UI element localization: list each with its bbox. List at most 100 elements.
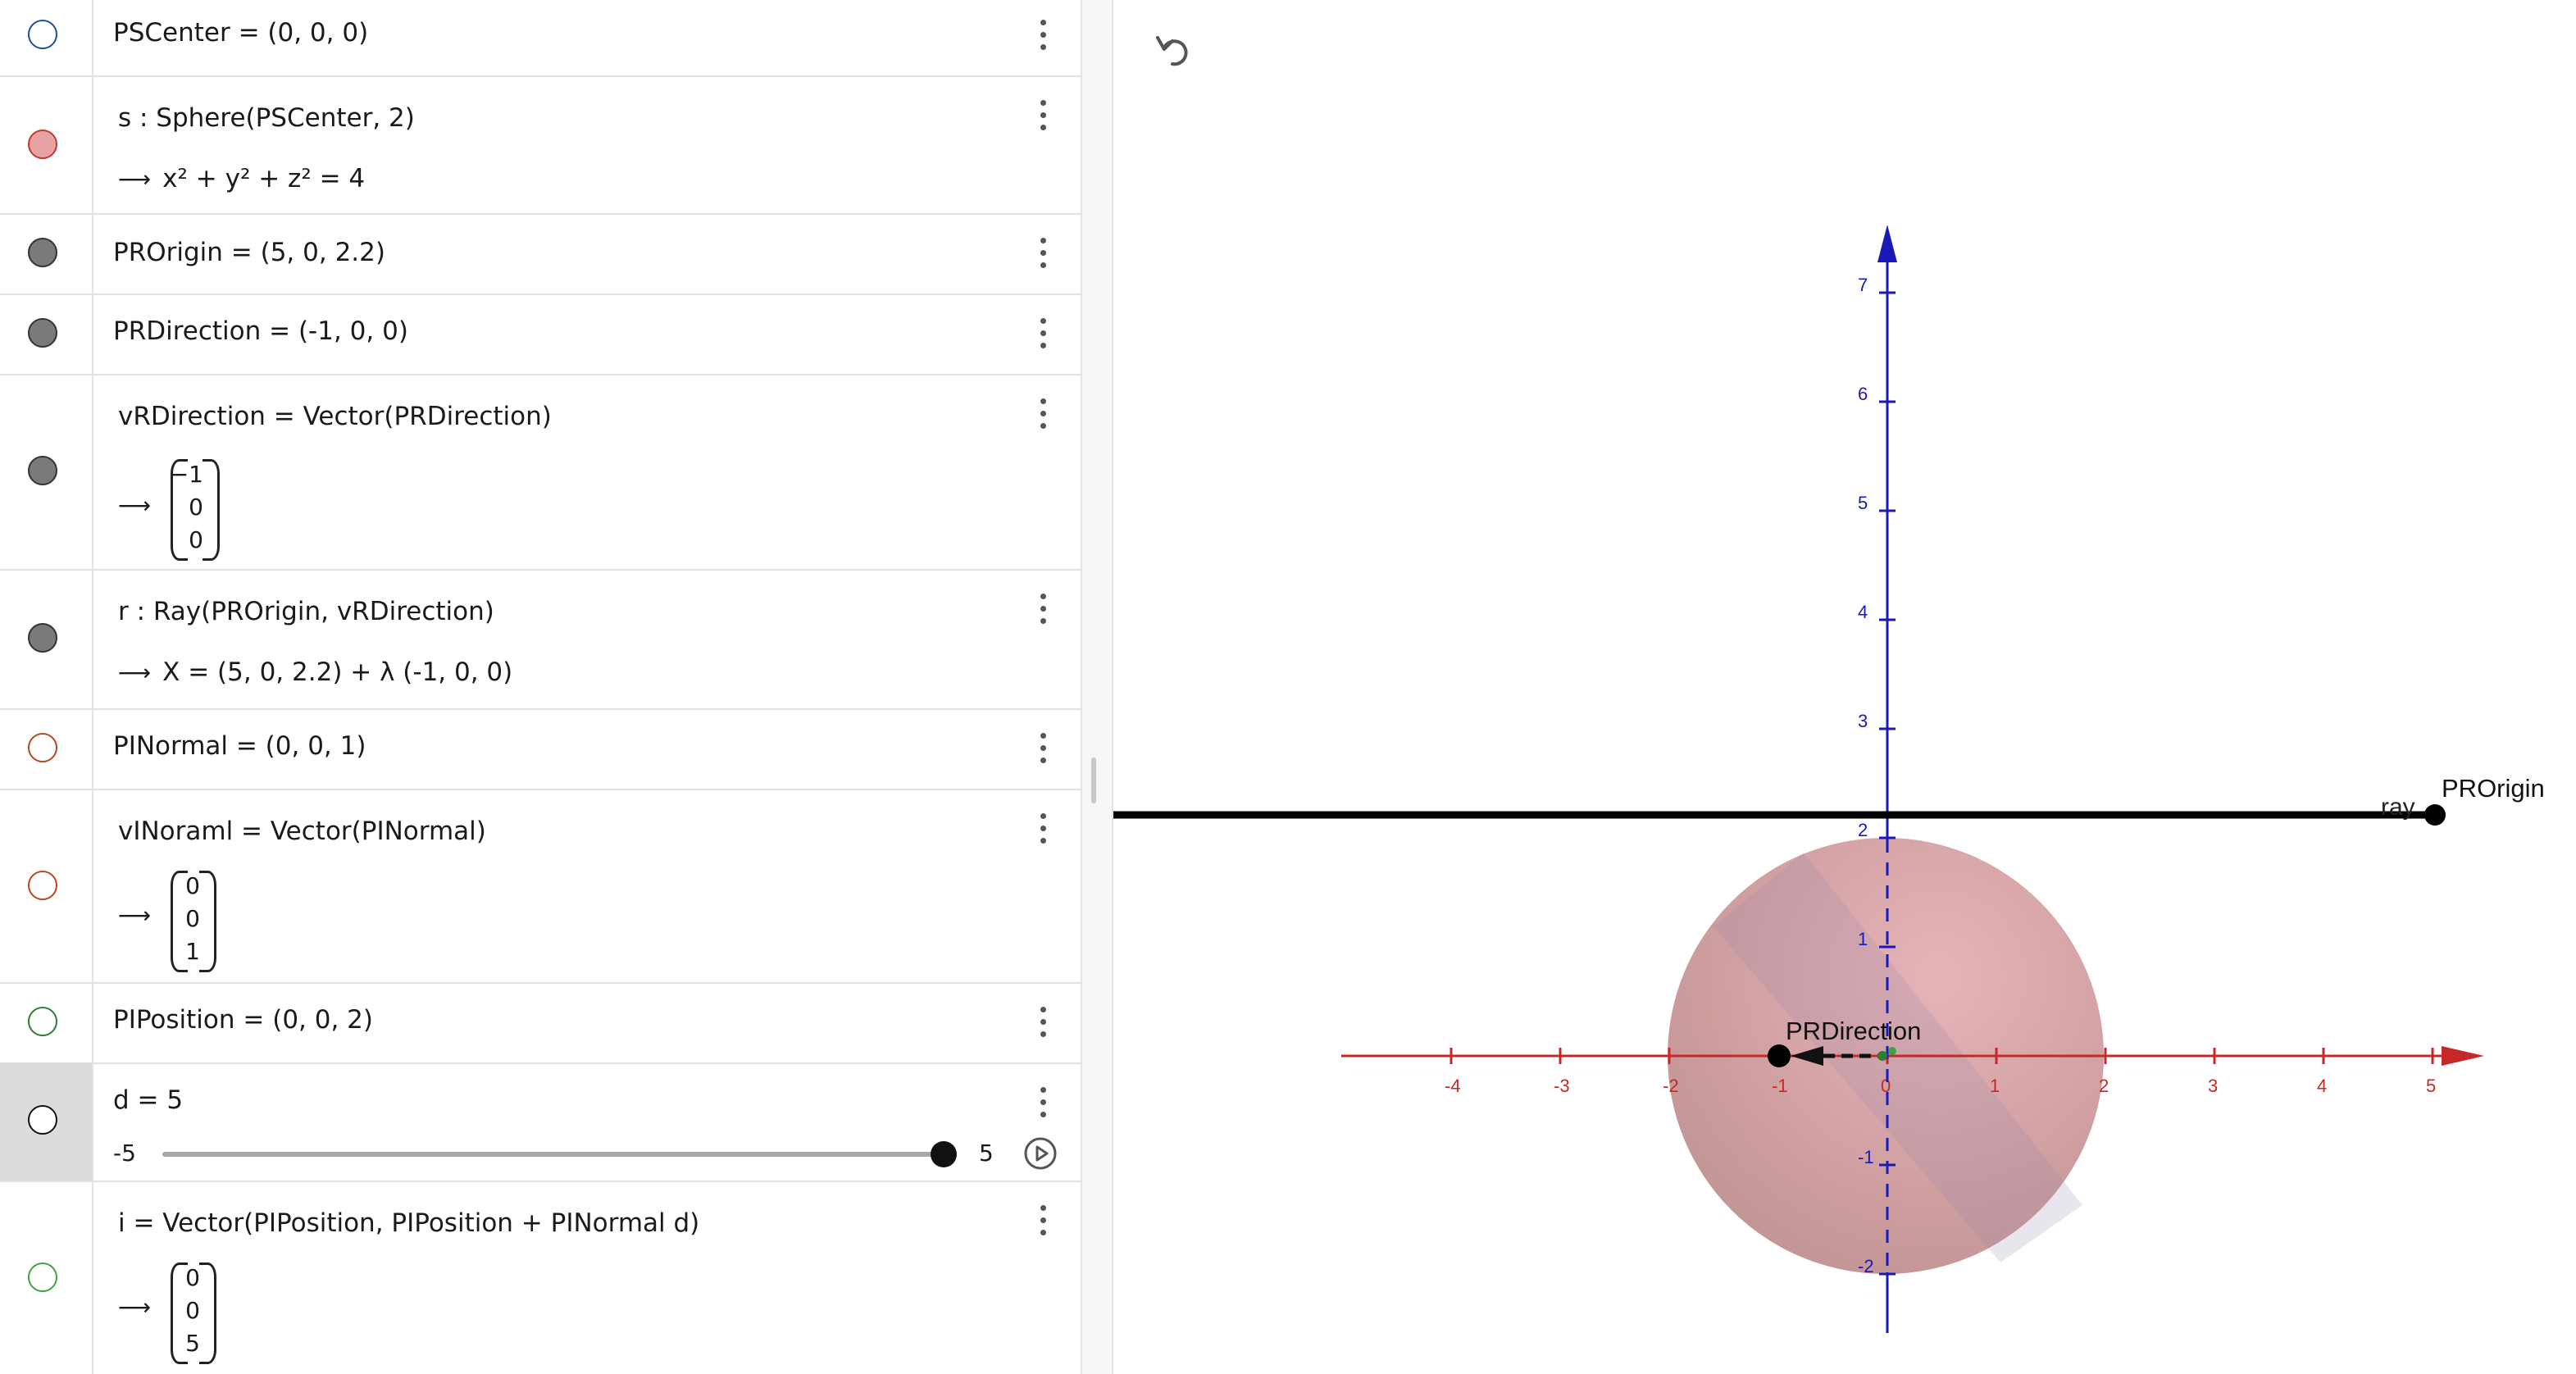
algebra-output: ⟶ x² + y² + z² = 4 (118, 164, 365, 193)
algebra-input[interactable]: PIPosition = (0, 0, 2) (113, 1005, 373, 1035)
splitter-handle[interactable] (1091, 758, 1096, 803)
output-value: X = (5, 0, 2.2) + λ (-1, 0, 0) (162, 657, 513, 687)
x-tick-label: 5 (2426, 1076, 2436, 1096)
algebra-row[interactable]: PSCenter = (0, 0, 0) (0, 0, 1081, 77)
3d-scene[interactable]: -4 -3 -2 -1 0 1 2 3 4 5 -2-11234567 ray PROrigin … (1113, 0, 2576, 1374)
visibility-toggle[interactable] (28, 130, 57, 159)
algebra-input[interactable]: d = 5 (113, 1085, 183, 1115)
x-tick-label: 1 (1990, 1076, 2000, 1096)
more-menu-icon[interactable] (1026, 15, 1059, 56)
more-menu-icon[interactable] (1026, 589, 1059, 630)
algebra-input[interactable]: r : Ray(PROrigin, vRDirection) (118, 597, 494, 626)
algebra-row[interactable]: i = Vector(PIPosition, PIPosition + PINo… (0, 1181, 1081, 1374)
marble-cell (0, 1062, 93, 1181)
z-tick-label: 2 (1858, 820, 1868, 840)
slider-min: -5 (113, 1140, 136, 1167)
more-menu-icon[interactable] (1026, 394, 1059, 434)
x-tick-label: -1 (1772, 1076, 1788, 1096)
z-tick-label: -2 (1858, 1256, 1874, 1276)
algebra-input[interactable]: s : Sphere(PSCenter, 2) (118, 103, 415, 133)
x-tick-label: -2 (1663, 1076, 1679, 1096)
more-menu-icon[interactable] (1026, 1200, 1059, 1241)
output-value: x² + y² + z² = 4 (162, 164, 366, 193)
z-tick-label: 3 (1858, 711, 1868, 731)
more-menu-icon[interactable] (1026, 1082, 1059, 1123)
visibility-toggle[interactable] (28, 733, 57, 762)
z-tick-label: 4 (1858, 602, 1868, 622)
algebra-row[interactable]: PINormal = (0, 0, 1) (0, 708, 1081, 790)
vector-y: 0 (185, 1297, 200, 1324)
vector-z: 1 (185, 938, 200, 965)
algebra-row[interactable]: vRDirection = Vector(PRDirection) ⟶ −1 0… (0, 374, 1081, 571)
marble-cell (0, 293, 93, 374)
output-arrow-icon: ⟶ (118, 902, 152, 929)
slider-track[interactable] (162, 1152, 944, 1157)
vector-output: 0 0 1 (171, 871, 216, 972)
more-menu-icon[interactable] (1026, 313, 1059, 354)
algebra-output: ⟶ X = (5, 0, 2.2) + λ (-1, 0, 0) (118, 657, 512, 687)
algebra-input[interactable]: vRDirection = Vector(PRDirection) (118, 402, 552, 431)
algebra-row[interactable]: PRDirection = (-1, 0, 0) (0, 293, 1081, 375)
visibility-toggle[interactable] (28, 871, 57, 900)
view-splitter[interactable] (1081, 0, 1113, 1374)
slider-max: 5 (979, 1140, 994, 1167)
more-menu-icon[interactable] (1026, 808, 1059, 849)
marble-cell (0, 569, 93, 708)
x-axis-arrow-icon (2442, 1046, 2484, 1066)
algebra-row[interactable]: d = 5 -5 5 (0, 1062, 1081, 1182)
algebra-input[interactable]: PROrigin = (5, 0, 2.2) (113, 238, 385, 267)
prdirection-label: PRDirection (1786, 1017, 1921, 1045)
algebra-row[interactable]: vINoraml = Vector(PINormal) ⟶ 0 0 1 (0, 789, 1081, 984)
prdirection-point[interactable] (1768, 1044, 1791, 1067)
x-tick-label: 4 (2317, 1076, 2327, 1096)
z-tick-label: 6 (1858, 384, 1868, 404)
z-tick-label: -1 (1858, 1147, 1874, 1167)
x-tick-label: -4 (1445, 1076, 1461, 1096)
vector-y: 0 (189, 494, 203, 521)
vector-x: −1 (169, 461, 203, 488)
visibility-toggle[interactable] (28, 1263, 57, 1292)
x-tick-label: -3 (1554, 1076, 1570, 1096)
play-icon[interactable] (1023, 1136, 1058, 1171)
visibility-toggle[interactable] (28, 1105, 57, 1135)
vector-y: 0 (185, 905, 200, 932)
output-arrow-icon: ⟶ (118, 1294, 152, 1321)
more-menu-icon[interactable] (1026, 233, 1059, 274)
vector-x: 0 (185, 872, 200, 899)
algebra-view: PSCenter = (0, 0, 0) s : Sphere(PSCenter… (0, 0, 1081, 1374)
algebra-input[interactable]: PRDirection = (-1, 0, 0) (113, 316, 408, 346)
vector-x: 0 (185, 1264, 200, 1291)
more-menu-icon[interactable] (1026, 728, 1059, 769)
output-arrow-icon: ⟶ (118, 659, 152, 686)
more-menu-icon[interactable] (1026, 1002, 1059, 1043)
visibility-toggle[interactable] (28, 238, 57, 267)
slider-knob[interactable] (931, 1141, 957, 1167)
visibility-toggle[interactable] (28, 456, 57, 485)
algebra-input[interactable]: vINoraml = Vector(PINormal) (118, 817, 486, 846)
algebra-input[interactable]: PINormal = (0, 0, 1) (113, 731, 366, 761)
algebra-input[interactable]: i = Vector(PIPosition, PIPosition + PINo… (118, 1208, 699, 1238)
visibility-toggle[interactable] (28, 20, 57, 49)
visibility-toggle[interactable] (28, 623, 57, 653)
ipoint[interactable] (1888, 1047, 1896, 1055)
algebra-row[interactable]: s : Sphere(PSCenter, 2) ⟶ x² + y² + z² = … (0, 75, 1081, 215)
prorigin-point[interactable] (2424, 804, 2446, 826)
ray-label: ray (2381, 794, 2415, 821)
visibility-toggle[interactable] (28, 1007, 57, 1036)
visibility-toggle[interactable] (28, 318, 57, 348)
algebra-input[interactable]: PSCenter = (0, 0, 0) (113, 18, 368, 48)
origin-point[interactable] (1877, 1051, 1887, 1061)
x-tick-label: 0 (1881, 1076, 1891, 1096)
x-tick-label: 3 (2208, 1076, 2218, 1096)
vector-z: 0 (189, 526, 203, 553)
marble-cell (0, 75, 93, 213)
z-tick-label: 1 (1858, 929, 1868, 949)
vector-z: 5 (185, 1330, 200, 1357)
prorigin-label: PROrigin (2442, 774, 2545, 803)
algebra-row[interactable]: PROrigin = (5, 0, 2.2) (0, 213, 1081, 295)
more-menu-icon[interactable] (1026, 95, 1059, 136)
z-axis-arrow-icon (1877, 225, 1897, 262)
x-tick-label: 2 (2099, 1076, 2109, 1096)
algebra-row[interactable]: PIPosition = (0, 0, 2) (0, 982, 1081, 1064)
algebra-row[interactable]: r : Ray(PROrigin, vRDirection) ⟶ X = (5, … (0, 569, 1081, 710)
